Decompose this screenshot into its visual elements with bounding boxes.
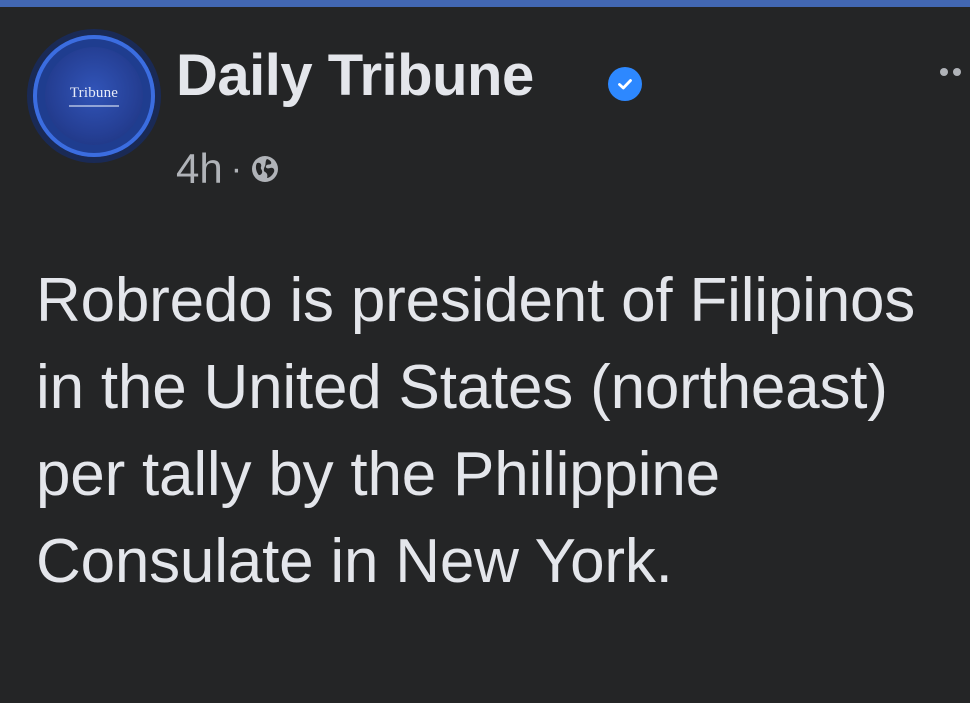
page-avatar[interactable]: Tribune — [33, 35, 155, 157]
globe-icon — [250, 154, 280, 184]
facebook-post: Tribune Daily Tribune 4h · Robredo is pr… — [0, 7, 970, 703]
page-name-link[interactable]: Daily Tribune — [176, 47, 534, 105]
post-body-text: Robredo is president of Filipinos in the… — [36, 266, 916, 596]
more-dot — [940, 68, 948, 76]
post-meta: 4h · — [176, 147, 280, 191]
avatar-logo-text: Tribune — [69, 85, 119, 101]
post-timestamp[interactable]: 4h — [176, 148, 223, 190]
avatar-logo: Tribune — [45, 47, 143, 145]
verified-badge-icon — [608, 67, 642, 101]
top-accent-bar — [0, 0, 970, 7]
more-dot — [953, 68, 961, 76]
avatar-logo-underline — [69, 105, 119, 107]
more-options-icon[interactable] — [940, 65, 970, 79]
meta-separator: · — [230, 150, 243, 188]
